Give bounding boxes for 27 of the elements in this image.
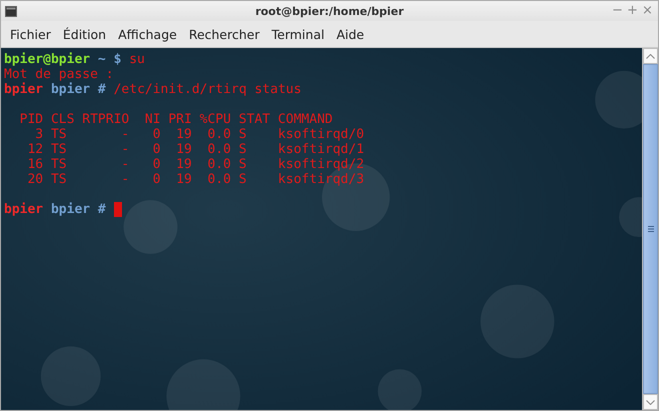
- terminal-output: Mot de passe :: [4, 67, 114, 82]
- scroll-down-button[interactable]: [643, 394, 658, 410]
- menu-item[interactable]: Fichier: [5, 26, 56, 42]
- window-title: root@bpier:/home/bpier: [255, 4, 404, 18]
- terminal-output: 20 TS - 0 19 0.0 S ksoftirqd/3: [26, 172, 364, 187]
- terminal-output: /etc/init.d/rtirq status: [114, 82, 302, 97]
- menu-item[interactable]: Rechercher: [184, 26, 265, 42]
- caret-up-icon: [646, 54, 655, 58]
- menu-item[interactable]: Aide: [331, 26, 370, 42]
- user-host: bpier@bpier: [4, 52, 90, 67]
- menu-item[interactable]: Terminal: [266, 26, 330, 42]
- prompt-symbol: ~ $: [96, 52, 122, 67]
- caret-down-icon: [646, 400, 655, 404]
- menu-item[interactable]: Affichage: [113, 26, 182, 42]
- terminal-output: 12 TS - 0 19 0.0 S ksoftirqd/1: [26, 142, 364, 157]
- prompt-symbol: bpier #: [50, 202, 107, 217]
- terminal-output: 3 TS - 0 19 0.0 S ksoftirqd/0: [34, 127, 364, 142]
- root-user: bpier: [4, 82, 44, 97]
- prompt-symbol: bpier #: [50, 82, 107, 97]
- terminal-icon: [5, 6, 17, 16]
- terminal-output: su: [129, 52, 145, 67]
- terminal-output: PID CLS RTPRIO NI PRI %CPU STAT COMMAND: [18, 112, 333, 127]
- root-user: bpier: [4, 202, 44, 217]
- menu-item[interactable]: Édition: [58, 26, 112, 42]
- scroll-up-button[interactable]: [643, 48, 658, 64]
- grip-icon: [648, 226, 654, 232]
- terminal-output: 16 TS - 0 19 0.0 S ksoftirqd/2: [26, 157, 364, 172]
